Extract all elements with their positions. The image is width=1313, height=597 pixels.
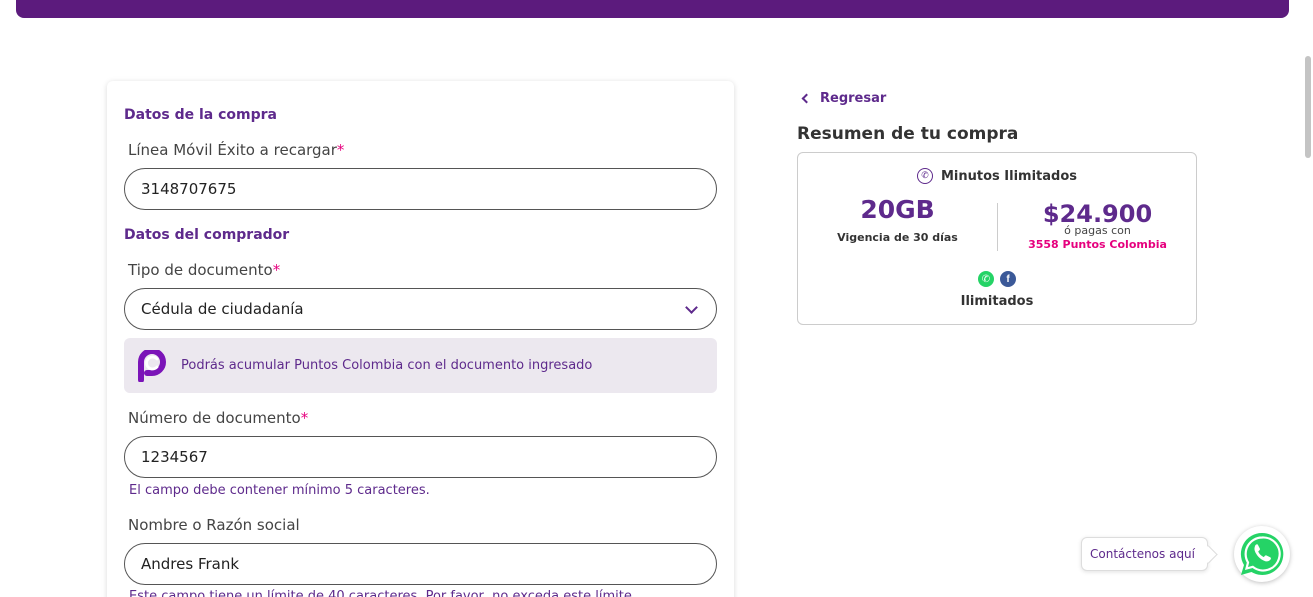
dropdown-chevron-icon [685,300,698,314]
scrollbar-track[interactable] [1303,0,1313,597]
document-type-select[interactable]: Cédula de ciudadanía [124,288,717,330]
line-field-label: Línea Móvil Éxito a recargar* [128,141,344,159]
contact-bubble[interactable]: Contáctenos aquí [1081,537,1208,571]
puntos-colombia-icon [138,347,166,383]
scrollbar-thumb[interactable] [1305,56,1311,158]
document-type-value: Cédula de ciudadanía [141,300,304,318]
validity-text: Vigencia de 30 días [837,231,958,244]
points-price: 3558 Puntos Colombia [1028,238,1167,251]
name-helper-text: Este campo tiene un límite de 40 caracte… [129,589,636,597]
required-mark: * [336,141,345,159]
unlimited-apps-label: Ilimitados [960,294,1034,309]
purchase-section-title: Datos de la compra [124,107,277,123]
mobile-line-input[interactable]: 3148707675 [124,168,717,210]
required-mark: * [272,261,281,279]
doc-number-label-text: Número de documento [128,409,301,427]
document-number-error: El campo debe contener mínimo 5 caracter… [129,483,430,498]
phone-icon: ✆ [916,168,933,184]
or-pay-text: ó pagas con [1064,224,1131,237]
purchase-form-card: Datos de la compra Línea Móvil Éxito a r… [107,81,734,597]
puntos-colombia-info-text: Podrás acumular Puntos Colombia con el d… [181,358,593,373]
name-field-label: Nombre o Razón social [128,516,300,534]
top-header-bar [16,0,1289,18]
purchase-summary-card: ✆ Minutos Ilimitados 20GB Vigencia de 30… [797,152,1197,325]
back-link[interactable]: Regresar [801,91,887,106]
doc-number-field-label: Número de documento* [128,409,308,427]
minutes-row: ✆ Minutos Ilimitados [798,168,1196,184]
buyer-section-title: Datos del comprador [124,227,290,243]
document-number-input[interactable]: 1234567 [124,436,717,478]
facebook-icon: f [1000,271,1016,287]
back-chevron-icon [801,93,812,104]
social-apps-row: ✆ f [798,271,1196,287]
doc-type-field-label: Tipo de documento* [128,261,280,279]
minutes-label: Minutos Ilimitados [940,168,1078,184]
back-link-label: Regresar [820,91,887,106]
name-input[interactable]: Andres Frank [124,543,717,585]
summary-title: Resumen de tu compra [797,124,1019,144]
whatsapp-icon: ✆ [978,271,994,287]
whatsapp-icon [1240,532,1284,575]
line-label-text: Línea Móvil Éxito a recargar [128,141,337,159]
puntos-colombia-info-box: Podrás acumular Puntos Colombia con el d… [124,338,717,393]
required-mark: * [300,409,309,427]
doc-type-label-text: Tipo de documento [128,261,273,279]
whatsapp-chat-button[interactable] [1234,526,1290,582]
data-amount: 20GB [860,195,935,224]
